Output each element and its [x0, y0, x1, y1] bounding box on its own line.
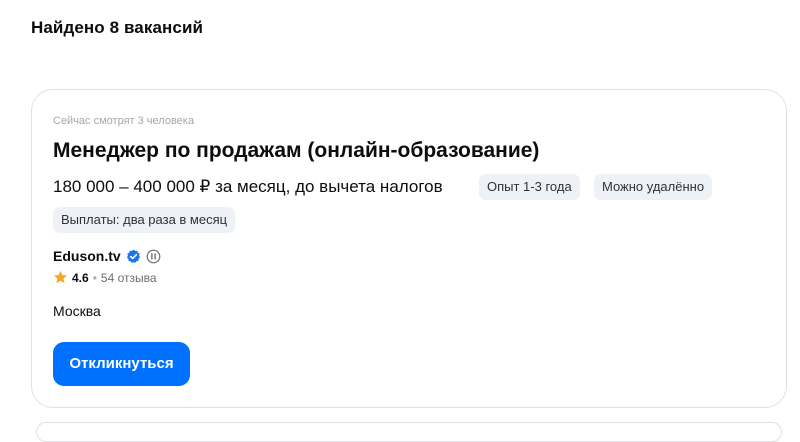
remote-tag: Можно удалённо — [594, 174, 713, 200]
apply-button[interactable]: Откликнуться — [53, 342, 190, 386]
company-rating[interactable]: 4.6 • 54 отзыва — [53, 270, 157, 285]
vacancy-location: Москва — [53, 303, 101, 319]
salary-text: 180 000 – 400 000 ₽ за месяц, до вычета … — [53, 177, 443, 196]
company-name-link[interactable]: Eduson.tv — [53, 248, 121, 264]
star-icon — [53, 270, 68, 285]
vacancy-title-link[interactable]: Менеджер по продажам (онлайн-образование… — [53, 139, 539, 163]
payouts-tag: Выплаты: два раза в месяц — [53, 207, 236, 233]
verified-badge-icon — [126, 249, 141, 264]
viewers-count: Сейчас смотрят 3 человека — [53, 115, 194, 127]
company-row: Eduson.tv — [53, 248, 161, 264]
experience-tag: Опыт 1-3 года — [479, 174, 580, 200]
trusted-employer-icon[interactable] — [146, 249, 161, 264]
rating-value: 4.6 — [72, 270, 89, 285]
rating-separator: • — [92, 270, 97, 285]
vacancy-card[interactable]: Сейчас смотрят 3 человека Менеджер по пр… — [31, 89, 787, 408]
next-vacancy-card[interactable] — [36, 422, 782, 442]
results-count: Найдено 8 вакансий — [31, 18, 204, 37]
reviews-count: 54 отзыва — [100, 270, 157, 285]
